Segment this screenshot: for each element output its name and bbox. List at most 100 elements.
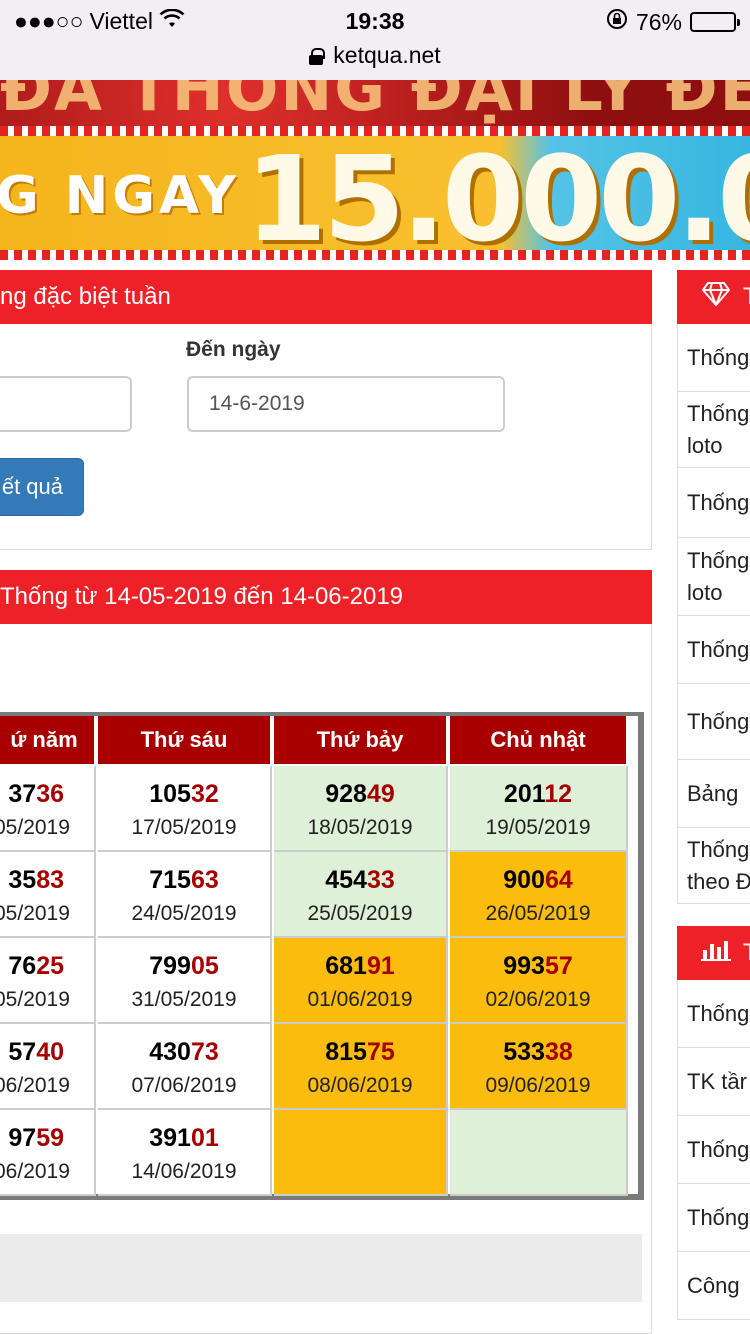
result-cell: 9759 06/2019 — [0, 1110, 96, 1196]
prize-tail-digits: 36 — [36, 780, 64, 808]
special-prize-number: 90064 — [450, 866, 626, 894]
sidebar-link-label: TK tầr — [687, 1068, 747, 1094]
sidebar-link[interactable]: Bảng — [677, 760, 750, 828]
sidebar-link-label: theo Đ — [687, 868, 750, 894]
sidebar-link[interactable]: Thống loto — [677, 538, 750, 616]
sidebar-link[interactable]: Thống — [677, 1116, 750, 1184]
sidebar-link-label: Công — [687, 1272, 740, 1298]
prize-head-digits: 37 — [8, 780, 37, 808]
sidebar-link-label: loto — [687, 432, 723, 458]
prize-head-digits: 97 — [8, 1124, 37, 1152]
prize-head-digits: 105 — [149, 780, 191, 808]
sidebar-link[interactable]: Thống — [677, 616, 750, 684]
result-cell: 3583 05/2019 — [0, 852, 96, 938]
sidebar-link[interactable]: Thống loto — [677, 392, 750, 468]
prize-head-digits: 993 — [503, 952, 545, 980]
sidebar-link[interactable]: Thống — [677, 468, 750, 538]
result-cell: 39101 14/06/2019 — [98, 1110, 272, 1196]
view-results-button[interactable]: ết quả — [0, 458, 84, 516]
top-banner-text: ĐÁ THÔNG ĐẠI LÝ ĐEN — [0, 80, 750, 125]
sidebar-link-label: Thống — [687, 344, 750, 370]
result-cell: 68191 01/06/2019 — [274, 938, 448, 1024]
sidebar-link-label: Thống — [687, 836, 750, 862]
result-panel-header: Thống từ 14-05-2019 đến 14-06-2019 — [0, 570, 652, 624]
search-panel-title: ng đặc biệt tuần — [0, 283, 171, 310]
sidebar-link[interactable]: TK tầr — [677, 1048, 750, 1116]
promo-banner[interactable]: G NGAY 15.000.000 — [0, 136, 750, 250]
result-cell: 53338 09/06/2019 — [450, 1024, 628, 1110]
bar-chart-icon — [701, 938, 731, 969]
sidebar-link-label: Thống — [687, 1204, 750, 1230]
status-bar: ●●●○○ Viettel 19:38 76% ketqua.net — [0, 0, 750, 80]
sidebar-link[interactable]: Thống — [677, 980, 750, 1048]
prize-head-digits: 681 — [325, 952, 367, 980]
prize-tail-digits: 75 — [366, 1038, 395, 1066]
result-cell: 5740 06/2019 — [0, 1024, 96, 1110]
banner-stripe — [0, 250, 750, 260]
footer-gray-bar — [0, 1234, 642, 1302]
special-prize-number: 5740 — [0, 1038, 64, 1066]
result-cell: 7625 05/2019 — [0, 938, 96, 1024]
search-panel-header: ng đặc biệt tuần — [0, 270, 652, 324]
draw-date: 05/2019 — [0, 816, 70, 839]
prize-tail-digits: 01 — [190, 1124, 219, 1152]
promo-text: G NGAY — [0, 166, 240, 226]
special-prize-number: 39101 — [98, 1124, 270, 1152]
prize-tail-digits: 05 — [190, 952, 219, 980]
sidebar-link[interactable]: Thống — [677, 1184, 750, 1252]
sidebar-link-label: Thống — [687, 1000, 750, 1026]
prize-head-digits: 815 — [325, 1038, 367, 1066]
sidebar-link[interactable]: Thống — [677, 684, 750, 760]
draw-date: 02/06/2019 — [485, 988, 591, 1011]
result-cell: 3736 05/2019 — [0, 766, 96, 852]
special-prize-number: 3736 — [0, 780, 64, 808]
special-prize-number: 68191 — [274, 952, 446, 980]
special-prize-number: 20112 — [450, 780, 626, 808]
top-ad-banner[interactable]: ĐÁ THÔNG ĐẠI LÝ ĐEN — [0, 80, 750, 126]
draw-date: 26/05/2019 — [485, 902, 591, 925]
prize-tail-digits: 91 — [366, 952, 395, 980]
orientation-lock-icon — [606, 8, 628, 36]
result-cell: 45433 25/05/2019 — [274, 852, 448, 938]
address-bar[interactable]: ketqua.net — [0, 42, 750, 69]
result-cell: 20112 19/05/2019 — [450, 766, 628, 852]
lock-icon — [309, 47, 326, 65]
draw-date: 08/06/2019 — [307, 1074, 413, 1097]
to-date-input[interactable]: 14-6-2019 — [187, 376, 505, 432]
sidebar-link[interactable]: Thống — [677, 324, 750, 392]
sidebar-link[interactable]: Công — [677, 1252, 750, 1320]
prize-tail-digits: 64 — [544, 866, 573, 894]
sidebar-link[interactable]: Thống theo Đ — [677, 828, 750, 904]
prize-tail-digits: 49 — [366, 780, 395, 808]
prize-tail-digits: 59 — [36, 1124, 64, 1152]
special-prize-number: 71563 — [98, 866, 270, 894]
sidebar-link-label: Thống — [687, 708, 750, 734]
special-prize-number: 92849 — [274, 780, 446, 808]
prize-tail-digits: 12 — [544, 780, 573, 808]
prize-head-digits: 799 — [149, 952, 191, 980]
sidebar-header-2: T — [677, 926, 750, 980]
draw-date: 05/2019 — [0, 988, 70, 1011]
result-cell: 90064 26/05/2019 — [450, 852, 628, 938]
result-cell: 99357 02/06/2019 — [450, 938, 628, 1024]
special-prize-number: 81575 — [274, 1038, 446, 1066]
special-prize-number: 43073 — [98, 1038, 270, 1066]
draw-date: 07/06/2019 — [131, 1074, 237, 1097]
from-date-input[interactable] — [0, 376, 132, 432]
battery-icon — [690, 12, 740, 32]
special-prize-number: 53338 — [450, 1038, 626, 1066]
prize-head-digits: 928 — [325, 780, 367, 808]
prize-tail-digits: 83 — [36, 866, 64, 894]
sidebar-header-1-title: T — [743, 283, 750, 311]
prize-head-digits: 201 — [503, 780, 545, 808]
prize-head-digits: 900 — [503, 866, 545, 894]
table-body: ứ năm Thứ sáu Thứ bảy Chủ nhật 3736 05/2019 10… — [0, 716, 638, 1196]
table-header-cell: Thứ sáu — [98, 716, 272, 764]
result-cell: 92849 18/05/2019 — [274, 766, 448, 852]
draw-date: 19/05/2019 — [485, 816, 591, 839]
draw-date: 31/05/2019 — [131, 988, 237, 1011]
prize-head-digits: 430 — [149, 1038, 191, 1066]
prize-head-digits: 76 — [8, 952, 37, 980]
sidebar-link-label: Thống — [687, 489, 750, 515]
special-prize-number: 7625 — [0, 952, 64, 980]
